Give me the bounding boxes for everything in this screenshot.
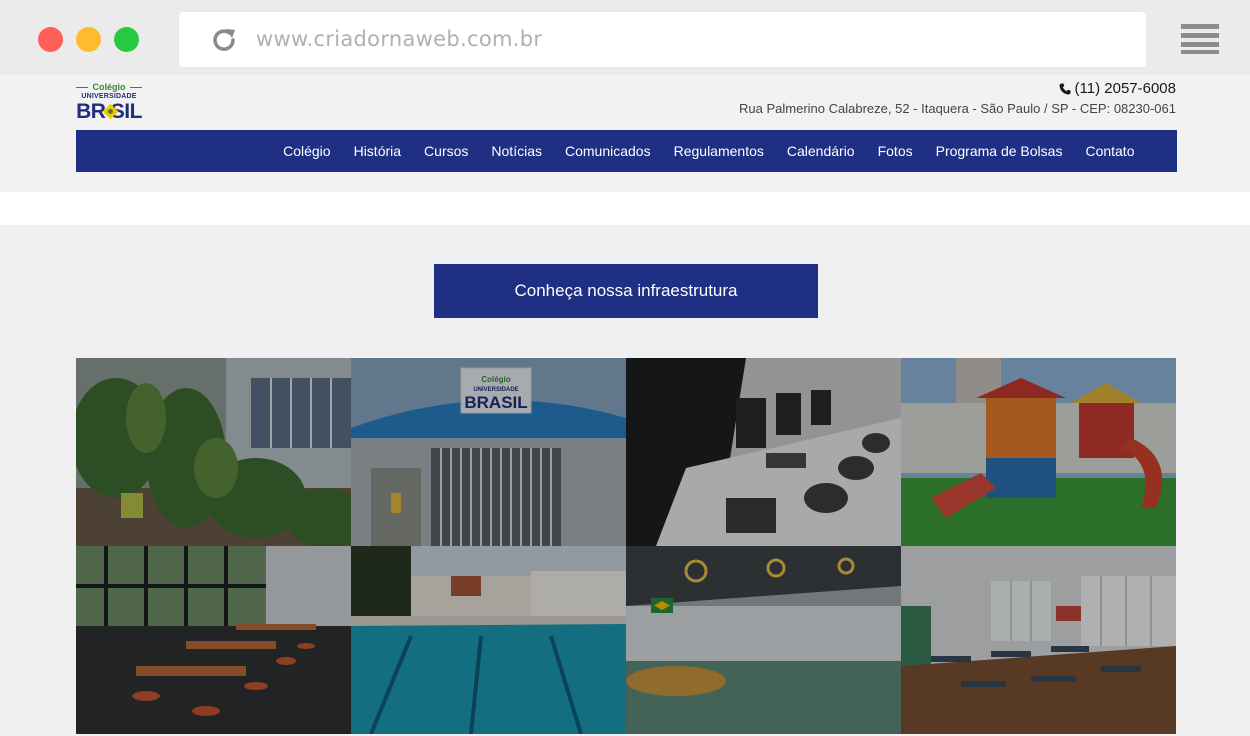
url-text[interactable]: www.criadornaweb.com.br — [256, 27, 542, 51]
nav-item-contato[interactable]: Contato — [1074, 143, 1146, 159]
nav-item-colegio[interactable]: Colégio — [272, 143, 342, 159]
gallery-photo-sports-court[interactable] — [626, 546, 901, 734]
nav-item-fotos[interactable]: Fotos — [866, 143, 924, 159]
infrastructure-button[interactable]: Conheça nossa infraestrutura — [434, 264, 818, 318]
close-window-button[interactable] — [38, 27, 63, 52]
reload-icon[interactable] — [208, 24, 240, 56]
gallery-photo-computer-lab[interactable] — [626, 358, 901, 546]
minimize-window-button[interactable] — [76, 27, 101, 52]
school-logo[interactable]: Colégio UNIVERSIDADE BR SIL — [76, 82, 142, 123]
spacer-band — [0, 192, 1250, 225]
nav-item-noticias[interactable]: Notícias — [480, 143, 554, 159]
gallery-photo-playground[interactable] — [901, 358, 1176, 546]
hamburger-menu-icon[interactable] — [1181, 24, 1219, 54]
site-header: Colégio UNIVERSIDADE BR SIL (11) 2057-60… — [0, 75, 1250, 192]
address-bar[interactable]: www.criadornaweb.com.br — [179, 12, 1146, 67]
nav-item-calendario[interactable]: Calendário — [775, 143, 866, 159]
main-navigation: Colégio História Cursos Notícias Comunic… — [76, 130, 1177, 172]
phone-number[interactable]: (11) 2057-6008 — [1059, 80, 1176, 97]
nav-item-comunicados[interactable]: Comunicados — [553, 143, 662, 159]
nav-item-programa-de-bolsas[interactable]: Programa de Bolsas — [924, 143, 1074, 159]
browser-toolbar: www.criadornaweb.com.br — [0, 0, 1250, 75]
nav-item-cursos[interactable]: Cursos — [413, 143, 480, 159]
gallery-photo-garden[interactable] — [76, 358, 351, 546]
gallery-photo-swimming-pool[interactable] — [351, 546, 626, 734]
maximize-window-button[interactable] — [114, 27, 139, 52]
address-text: Rua Palmerino Calabreze, 52 - Itaquera -… — [739, 101, 1176, 116]
infrastructure-gallery: Colégio UNIVERSIDADE BRASIL — [76, 358, 1177, 734]
gallery-photo-entrance[interactable]: Colégio UNIVERSIDADE BRASIL — [351, 358, 626, 546]
nav-item-regulamentos[interactable]: Regulamentos — [662, 143, 775, 159]
phone-text: (11) 2057-6008 — [1074, 80, 1176, 97]
gallery-photo-cafeteria[interactable] — [76, 546, 351, 734]
nav-item-historia[interactable]: História — [342, 143, 412, 159]
gallery-photo-classroom[interactable] — [901, 546, 1176, 734]
phone-icon — [1059, 83, 1071, 94]
logo-line-1: Colégio — [92, 82, 126, 92]
